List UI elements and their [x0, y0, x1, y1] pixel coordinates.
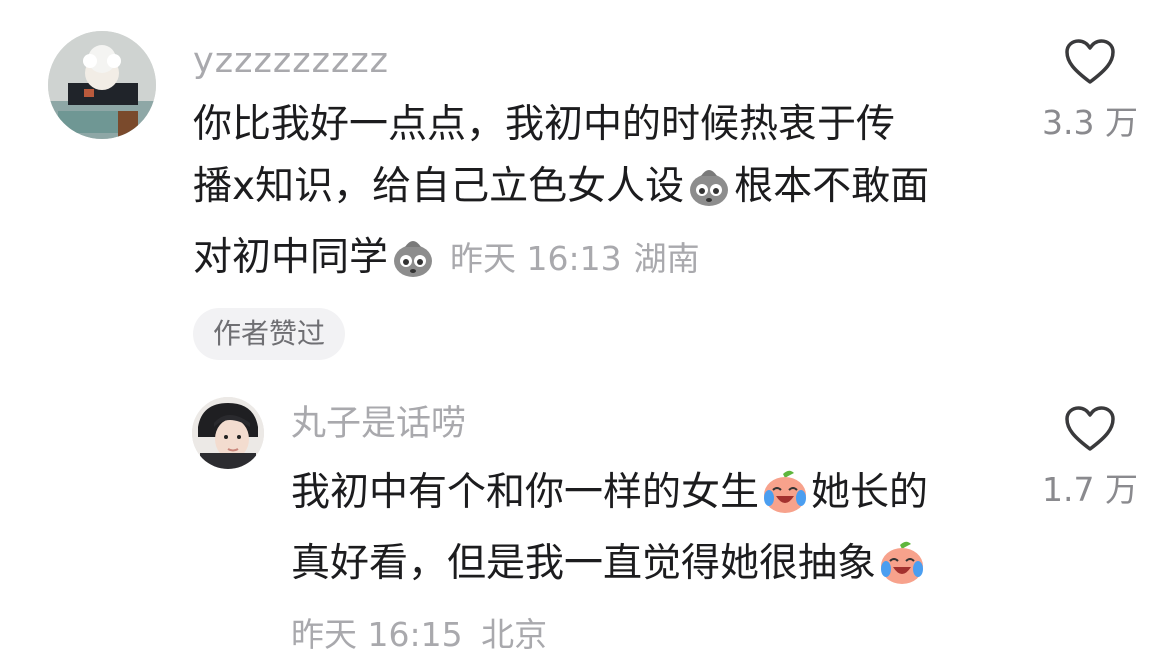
avatar[interactable] — [192, 397, 264, 469]
pouch-face-emoji-icon — [390, 233, 436, 298]
comment-text-line: 我初中有个和你一样的女生 她长的 — [291, 462, 1011, 533]
comment-text-segment: 她长的 — [811, 470, 929, 515]
comment-text-line: 你比我好一点点，我初中的时候热衷于传 — [193, 102, 896, 147]
comment-location: 北京 — [481, 615, 548, 654]
heart-outline-icon[interactable] — [1064, 406, 1116, 457]
comment-text-line: 播x知识，给自己立色女人设 根本不敢面 — [193, 156, 1013, 227]
comment-username[interactable]: yzzzzzzzzz — [193, 44, 389, 79]
comment-username[interactable]: 丸子是话唠 — [291, 407, 466, 442]
comment-text-line: 真好看，但是我一直觉得她很抽象 — [291, 533, 1011, 604]
comment-text-segment: 真好看，但是我一直觉得她很抽象 — [291, 541, 877, 586]
laughing-peach-emoji-icon — [761, 468, 809, 533]
comment-text-segment: 播x知识，给自己立色女人设 — [193, 164, 685, 209]
avatar-image — [48, 31, 156, 139]
comment-text-segment: 根本不敢面 — [734, 164, 930, 209]
like-count: 1.7 万 — [1042, 470, 1138, 509]
comment-time: 昨天 16:15 — [291, 615, 463, 654]
comment-text-segment: 对初中同学 — [193, 235, 389, 280]
comment-meta: 昨天 16:15 北京 — [291, 608, 547, 656]
avatar-image — [192, 397, 264, 469]
avatar[interactable] — [48, 31, 156, 139]
comment-location: 湖南 — [633, 239, 700, 278]
comment-text: 我初中有个和你一样的女生 她长的 真好看，但是我一直觉得她很抽象 — [291, 462, 1011, 604]
comment-text: 你比我好一点点，我初中的时候热衷于传 播x知识，给自己立色女人设 根本不敢面 对初… — [193, 94, 1013, 298]
author-liked-badge: 作者赞过 — [193, 308, 346, 360]
like-button[interactable]: 1.7 万 — [1040, 405, 1140, 511]
comment-text-line: 对初中同学 昨天 16:13 湖南 — [193, 227, 1013, 298]
like-count: 3.3 万 — [1042, 103, 1138, 142]
like-button[interactable]: 3.3 万 — [1040, 38, 1140, 144]
comment-text-segment: 我初中有个和你一样的女生 — [291, 470, 760, 515]
comment-time: 昨天 16:13 — [450, 239, 622, 278]
laughing-peach-emoji-icon — [878, 539, 926, 604]
heart-outline-icon[interactable] — [1064, 39, 1116, 90]
pouch-face-emoji-icon — [686, 162, 732, 227]
